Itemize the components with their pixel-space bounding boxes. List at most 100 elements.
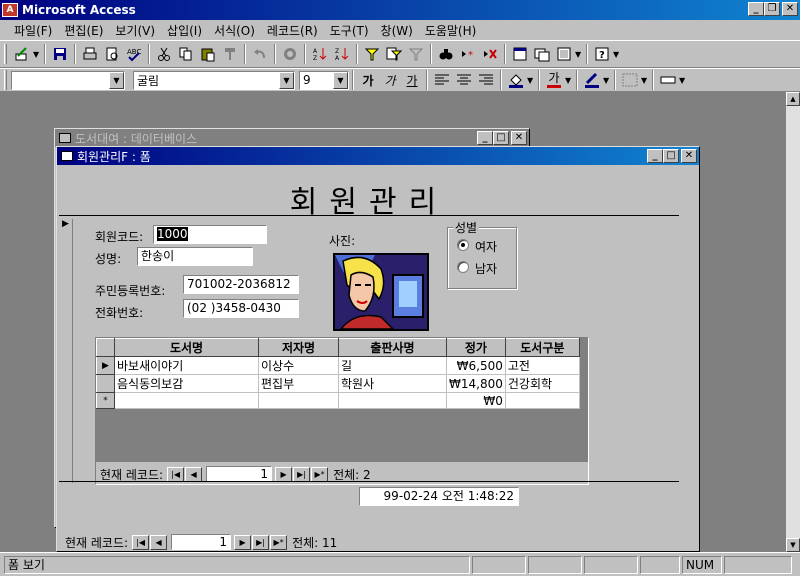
bold-button[interactable]: 가 (357, 69, 379, 91)
special-effect-icon[interactable] (657, 69, 679, 91)
previous-record-icon[interactable]: ◀ (185, 466, 203, 482)
member-code-field[interactable]: 1000 (153, 225, 267, 244)
cell-price[interactable]: ₩0 (446, 392, 506, 409)
object-combo[interactable]: ▼ (11, 70, 125, 90)
close-button[interactable]: ✕ (782, 2, 798, 16)
filter-by-selection-icon[interactable] (361, 43, 383, 65)
menu-records[interactable]: 레코드(R) (261, 22, 324, 39)
last-record-icon[interactable]: ▶| (252, 534, 270, 550)
column-header[interactable]: 도서명 (114, 338, 259, 357)
new-record-nav-icon[interactable]: ▶* (270, 534, 288, 550)
cell-category[interactable]: 고전 (504, 356, 580, 375)
loan-subform[interactable]: 도서명 저자명 출판사명 정가 도서구분 ▶ 바보새이야기 이상수 길 ₩6,5… (95, 337, 589, 485)
cell-price[interactable]: ₩6,500 (446, 356, 506, 375)
italic-button[interactable]: 가 (379, 69, 401, 91)
form-current-record-input[interactable]: 1 (171, 534, 232, 550)
gender-male-radio[interactable] (457, 261, 469, 273)
view-dropdown-icon[interactable]: ▼ (33, 50, 41, 59)
sort-descending-icon[interactable]: ZA (331, 43, 353, 65)
menu-insert[interactable]: 삽입(I) (161, 22, 208, 39)
last-record-icon[interactable]: ▶| (293, 466, 311, 482)
font-color-button[interactable]: 가 (543, 69, 565, 91)
cell-publisher[interactable]: 학원사 (338, 374, 447, 393)
form-maximize-button[interactable]: □ (663, 149, 679, 163)
align-center-icon[interactable] (453, 69, 475, 91)
line-color-dropdown-icon[interactable]: ▼ (603, 76, 611, 85)
menu-edit[interactable]: 편집(E) (58, 22, 109, 39)
table-row-new[interactable]: * ₩0 (96, 392, 580, 409)
font-color-dropdown-icon[interactable]: ▼ (565, 76, 573, 85)
menu-file[interactable]: 파일(F) (8, 22, 58, 39)
new-object-icon[interactable] (553, 43, 575, 65)
print-preview-icon[interactable] (101, 43, 123, 65)
row-selector-header[interactable] (96, 338, 115, 357)
row-selector[interactable]: ▶ (96, 356, 115, 375)
cell-category[interactable]: 건강회학 (504, 374, 580, 393)
apply-filter-icon[interactable] (405, 43, 427, 65)
form-minimize-button[interactable]: _ (647, 149, 663, 163)
db-close-button[interactable]: ✕ (511, 131, 527, 145)
cell-author[interactable]: 이상수 (258, 356, 339, 375)
menu-format[interactable]: 서식(O) (208, 22, 261, 39)
db-maximize-button[interactable]: □ (493, 131, 509, 145)
table-row[interactable]: 음식동의보감 편집부 학원사 ₩14,800 건강회학 (96, 374, 580, 393)
font-size-combo[interactable]: 9 ▼ (299, 70, 349, 90)
menu-window[interactable]: 창(W) (375, 22, 419, 39)
view-icon[interactable] (11, 43, 33, 65)
chevron-down-icon[interactable]: ▼ (109, 71, 124, 89)
cell-category[interactable] (504, 392, 580, 409)
previous-record-icon[interactable]: ◀ (150, 534, 168, 550)
vertical-scrollbar[interactable]: ▲ ▼ (786, 92, 800, 552)
new-record-marker[interactable]: * (96, 392, 115, 409)
spelling-icon[interactable]: ABC (123, 43, 145, 65)
copy-icon[interactable] (175, 43, 197, 65)
cell-title[interactable] (114, 392, 259, 409)
print-icon[interactable] (79, 43, 101, 65)
font-name-combo[interactable]: 굴림 ▼ (133, 70, 295, 90)
cell-price[interactable]: ₩14,800 (446, 374, 506, 393)
toolbar-grip[interactable] (4, 44, 7, 64)
database-window-icon[interactable] (531, 43, 553, 65)
next-record-icon[interactable]: ▶ (234, 534, 252, 550)
fill-color-icon[interactable] (505, 69, 527, 91)
subform-current-record-input[interactable]: 1 (206, 466, 273, 482)
save-icon[interactable] (49, 43, 71, 65)
find-icon[interactable] (435, 43, 457, 65)
column-header[interactable]: 저자명 (258, 338, 339, 357)
form-close-button[interactable]: ✕ (681, 149, 697, 163)
chevron-down-icon[interactable]: ▼ (333, 71, 348, 89)
new-record-nav-icon[interactable]: ▶* (311, 466, 329, 482)
name-field[interactable]: 한송이 (137, 247, 253, 266)
menu-help[interactable]: 도움말(H) (419, 22, 483, 39)
fill-color-dropdown-icon[interactable]: ▼ (527, 76, 535, 85)
filter-by-form-icon[interactable] (383, 43, 405, 65)
delete-record-icon[interactable] (479, 43, 501, 65)
cell-title[interactable]: 바보새이야기 (114, 356, 259, 375)
new-record-icon[interactable]: * (457, 43, 479, 65)
db-minimize-button[interactable]: _ (477, 131, 493, 145)
help-dropdown-icon[interactable]: ▼ (613, 50, 621, 59)
properties-icon[interactable] (509, 43, 531, 65)
hyperlink-icon[interactable] (279, 43, 301, 65)
cell-title[interactable]: 음식동의보감 (114, 374, 259, 393)
column-header[interactable]: 출판사명 (338, 338, 447, 357)
special-effect-dropdown-icon[interactable]: ▼ (679, 76, 687, 85)
cut-icon[interactable] (153, 43, 175, 65)
chevron-down-icon[interactable]: ▼ (279, 71, 294, 89)
timestamp-field[interactable]: 99-02-24 오전 1:48:22 (359, 487, 519, 506)
rrn-field[interactable]: 701002-2036812 (183, 275, 299, 294)
paste-icon[interactable] (197, 43, 219, 65)
gender-female-radio[interactable] (457, 239, 469, 251)
line-color-icon[interactable] (581, 69, 603, 91)
cell-author[interactable] (258, 392, 339, 409)
line-width-dropdown-icon[interactable]: ▼ (641, 76, 649, 85)
record-selector[interactable]: ▶ (61, 219, 73, 483)
minimize-button[interactable]: _ (748, 2, 764, 16)
member-photo[interactable] (333, 253, 429, 331)
first-record-icon[interactable]: |◀ (132, 534, 150, 550)
sort-ascending-icon[interactable]: AZ (309, 43, 331, 65)
table-row[interactable]: ▶ 바보새이야기 이상수 길 ₩6,500 고전 (96, 356, 580, 375)
help-icon[interactable]: ? (591, 43, 613, 65)
first-record-icon[interactable]: |◀ (167, 466, 185, 482)
column-header[interactable]: 정가 (446, 338, 506, 357)
